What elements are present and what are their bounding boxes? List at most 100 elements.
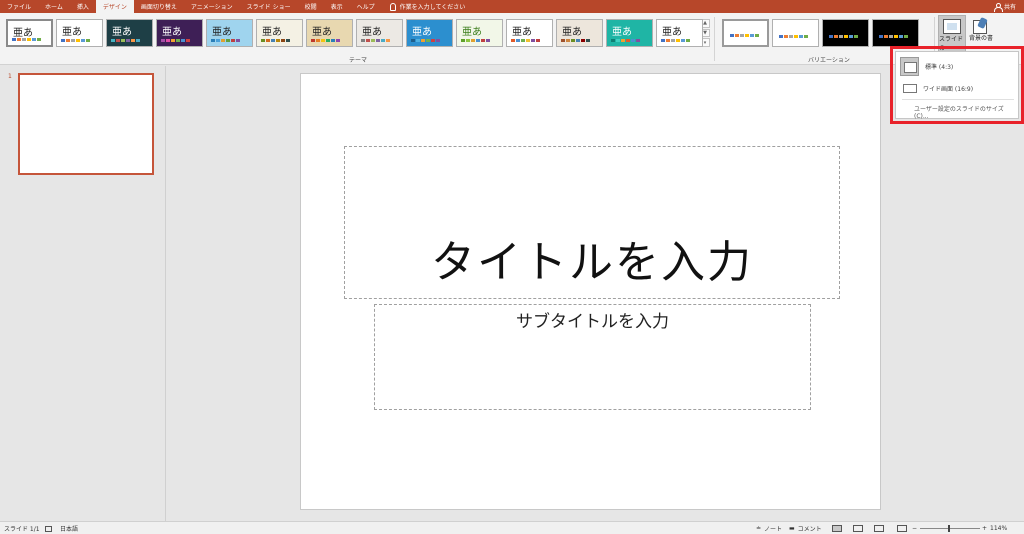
zoom-in-button[interactable]: + [982, 522, 987, 534]
tab-2[interactable]: 挿入 [70, 0, 96, 13]
color-swatch [436, 39, 440, 42]
color-swatch [461, 39, 465, 42]
color-swatch [581, 39, 585, 42]
slide-thumbnail[interactable] [18, 73, 154, 175]
color-swatch [531, 39, 535, 42]
color-swatch [121, 39, 125, 42]
theme-glyph: 亜あ [462, 27, 482, 38]
color-swatch [784, 35, 788, 38]
slideshow-view-icon[interactable] [897, 525, 907, 532]
color-swatch [745, 34, 749, 37]
color-swatch [22, 38, 26, 41]
zoom-out-button[interactable]: − [912, 522, 917, 534]
theme-thumbnail[interactable]: 亜あ [656, 19, 703, 47]
theme-swatches [361, 39, 390, 42]
theme-thumbnail[interactable]: 亜あ [106, 19, 153, 47]
color-swatch [854, 35, 858, 38]
color-swatch [789, 35, 793, 38]
slide-sorter-view-icon[interactable] [853, 525, 863, 532]
variant-thumbnail[interactable] [872, 19, 919, 47]
color-swatch [730, 34, 734, 37]
tab-4[interactable]: 画面切り替え [134, 0, 184, 13]
color-swatch [421, 39, 425, 42]
theme-thumbnail[interactable]: 亜あ [206, 19, 253, 47]
tab-7[interactable]: 校閲 [298, 0, 324, 13]
tab-0[interactable]: ファイル [0, 0, 38, 13]
notes-button[interactable]: ≐ ノート [756, 522, 782, 534]
tab-3[interactable]: デザイン [95, 0, 134, 13]
theme-thumbnail[interactable]: 亜あ [356, 19, 403, 47]
theme-swatches [111, 39, 140, 42]
color-swatch [750, 34, 754, 37]
theme-glyph: 亜あ [612, 27, 632, 38]
color-swatch [12, 38, 16, 41]
color-swatch [884, 35, 888, 38]
color-swatch [116, 39, 120, 42]
theme-thumbnail[interactable]: 亜あ [456, 19, 503, 47]
subtitle-placeholder[interactable]: サブタイトルを入力 [374, 304, 811, 410]
theme-thumbnail[interactable]: 亜あ [406, 19, 453, 47]
color-swatch [111, 39, 115, 42]
color-swatch [844, 35, 848, 38]
color-swatch [899, 35, 903, 38]
color-swatch [681, 39, 685, 42]
color-swatch [331, 39, 335, 42]
color-swatch [166, 39, 170, 42]
zoom-level[interactable]: 114% [990, 522, 1007, 534]
group-separator [714, 17, 715, 61]
theme-swatches [461, 39, 490, 42]
variant-thumbnail[interactable] [722, 19, 769, 47]
theme-thumbnail[interactable]: 亜あ [606, 19, 653, 47]
zoom-slider-thumb[interactable] [948, 525, 950, 532]
theme-thumbnail[interactable]: 亜あ [6, 19, 53, 47]
comments-button[interactable]: ▬ コメント [789, 522, 822, 534]
color-swatch [621, 39, 625, 42]
color-swatch [176, 39, 180, 42]
variant-swatches [779, 35, 808, 38]
title-placeholder[interactable]: タイトルを入力 [344, 146, 840, 299]
tab-9[interactable]: ヘルプ [350, 0, 382, 13]
tab-1[interactable]: ホーム [38, 0, 70, 13]
spellcheck-icon [45, 525, 52, 532]
color-swatch [181, 39, 185, 42]
theme-swatches [211, 39, 240, 42]
theme-thumbnail[interactable]: 亜あ [56, 19, 103, 47]
comment-icon: ▬ [789, 525, 795, 532]
tell-me-search[interactable]: 作業を入力してください [389, 2, 465, 11]
zoom-slider[interactable] [920, 528, 980, 529]
design-ribbon: ▲ ▼ ▾ テーマ バリエーション スライドの 背景の書 亜あ 亜あ 亜あ 亜あ 亜あ亜… [0, 13, 1024, 65]
comments-label: コメント [797, 526, 822, 533]
reading-view-icon[interactable] [874, 525, 884, 532]
color-swatch [311, 39, 315, 42]
theme-swatches [411, 39, 440, 42]
theme-thumbnail[interactable]: 亜あ [556, 19, 603, 47]
color-swatch [426, 39, 430, 42]
theme-swatches [611, 39, 640, 42]
color-swatch [471, 39, 475, 42]
color-swatch [516, 39, 520, 42]
variant-thumbnail[interactable] [772, 19, 819, 47]
color-swatch [126, 39, 130, 42]
variant-thumbnail[interactable] [822, 19, 869, 47]
tab-8[interactable]: 表示 [324, 0, 350, 13]
tab-5[interactable]: アニメーション [184, 0, 240, 13]
theme-thumbnail[interactable]: 亜あ [156, 19, 203, 47]
theme-thumbnail[interactable]: 亜あ [256, 19, 303, 47]
color-swatch [211, 39, 215, 42]
color-swatch [161, 39, 165, 42]
color-swatch [889, 35, 893, 38]
color-swatch [371, 39, 375, 42]
theme-thumbnail[interactable]: 亜あ [506, 19, 553, 47]
color-swatch [894, 35, 898, 38]
spellcheck-status[interactable] [45, 522, 52, 534]
theme-thumbnail[interactable]: 亜あ [306, 19, 353, 47]
theme-glyph: 亜あ [13, 28, 33, 39]
tab-6[interactable]: スライド ショー [240, 0, 298, 13]
color-swatch [261, 39, 265, 42]
share-button[interactable]: 共有 [993, 0, 1016, 13]
color-swatch [186, 39, 190, 42]
normal-view-icon[interactable] [832, 525, 842, 532]
color-swatch [131, 39, 135, 42]
color-swatch [755, 34, 759, 37]
language-status[interactable]: 日本語 [60, 522, 78, 534]
